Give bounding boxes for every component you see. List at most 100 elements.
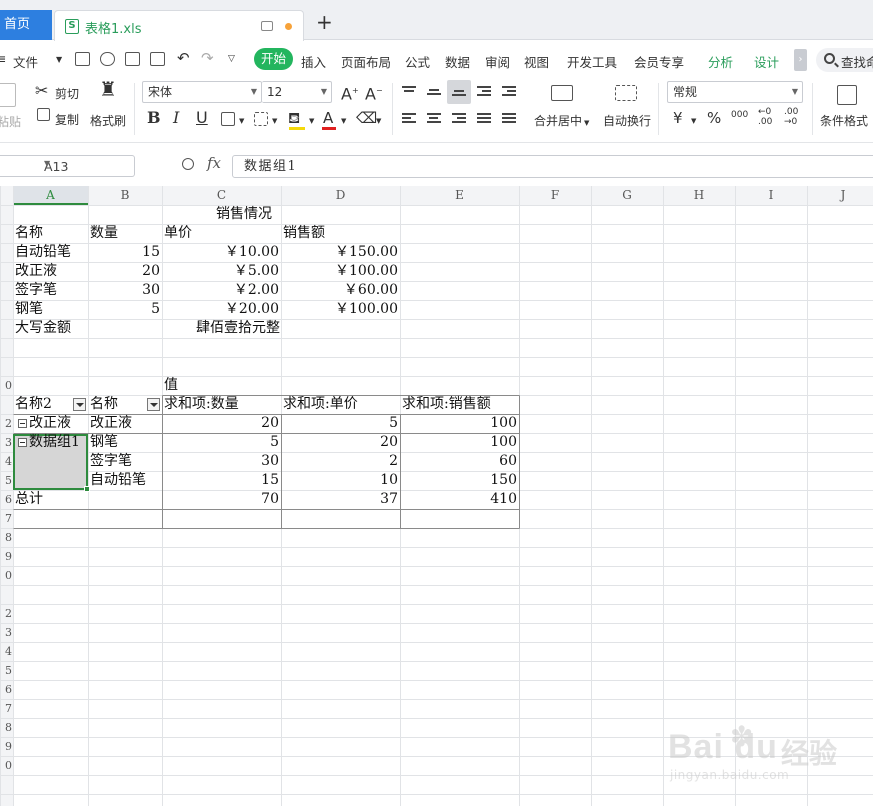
row-header[interactable]: 0 <box>0 379 12 395</box>
item-qty[interactable]: 15 <box>88 243 160 262</box>
sheet-title[interactable]: 销售情况 <box>88 205 400 224</box>
row-header[interactable]: 0 <box>0 569 12 585</box>
row-header[interactable] <box>0 208 12 224</box>
item-qty[interactable]: 30 <box>88 281 160 300</box>
menu-member[interactable]: 会员专享 <box>634 52 684 71</box>
item-amount[interactable]: ￥60.00 <box>281 281 398 300</box>
menu-insert[interactable]: 插入 <box>301 52 326 71</box>
pivot-header-price[interactable]: 求和项:单价 <box>283 395 358 414</box>
formula-input[interactable]: 数据组1 <box>232 155 873 178</box>
pivot-amount[interactable]: 150 <box>400 471 517 490</box>
new-tab-button[interactable]: + <box>316 12 333 32</box>
row-header[interactable]: 2 <box>0 607 12 623</box>
item-name[interactable]: 自动铅笔 <box>15 243 71 262</box>
row-header[interactable]: 8 <box>0 721 12 737</box>
row-header[interactable] <box>0 778 12 794</box>
row-header[interactable] <box>0 265 12 281</box>
clear-eraser-icon[interactable]: ⌫ <box>356 110 377 126</box>
pivot-total-price[interactable]: 37 <box>281 490 398 509</box>
header-price[interactable]: 单价 <box>164 224 192 243</box>
column-header-c[interactable]: C <box>162 186 281 204</box>
row-header[interactable] <box>0 398 12 414</box>
chevron-down-icon[interactable]: ▼ <box>376 113 381 129</box>
column-header-j[interactable]: J <box>807 186 873 204</box>
column-header-g[interactable]: G <box>591 186 663 204</box>
item-amount[interactable]: ￥100.00 <box>281 300 398 319</box>
fill-color-icon[interactable]: ⛾ <box>288 110 300 126</box>
capital-amount-value[interactable]: 肆佰壹拾元整 <box>196 319 280 338</box>
copy-button[interactable]: 复制 <box>55 111 79 128</box>
row-header[interactable]: 0 <box>0 759 12 775</box>
percent-icon[interactable]: % <box>707 110 721 126</box>
scissors-icon[interactable]: ✂ <box>35 83 48 99</box>
row-header[interactable]: 6 <box>0 683 12 699</box>
row-header[interactable]: 5 <box>0 664 12 680</box>
collapse-minus-icon[interactable] <box>18 438 27 447</box>
row-header[interactable]: 3 <box>0 436 12 452</box>
cut-button[interactable]: 剪切 <box>55 85 79 102</box>
pivot-amount[interactable]: 100 <box>400 414 517 433</box>
paste-label[interactable]: 粘贴 <box>0 113 21 130</box>
undo-icon[interactable]: ↶ <box>177 49 190 67</box>
filter-dropdown-icon[interactable] <box>147 398 160 411</box>
align-bottom-icon[interactable] <box>452 90 466 98</box>
currency-icon[interactable]: ¥ <box>673 110 683 126</box>
collapse-minus-icon[interactable] <box>18 419 27 428</box>
menu-home[interactable]: 开始 <box>254 48 293 70</box>
name-box[interactable]: A13 ▼ <box>0 155 135 177</box>
export-icon[interactable] <box>100 52 115 66</box>
row-header[interactable]: 2 <box>0 417 12 433</box>
tab-home[interactable]: 首页 <box>0 10 52 40</box>
row-header[interactable]: 9 <box>0 740 12 756</box>
item-price[interactable]: ￥20.00 <box>162 300 279 319</box>
align-middle-icon[interactable] <box>427 89 441 97</box>
conditional-format-button[interactable]: 条件格式 <box>820 112 868 129</box>
item-price[interactable]: ￥10.00 <box>162 243 279 262</box>
pivot-qty[interactable]: 30 <box>162 452 279 471</box>
pivot-row-name[interactable]: 钢笔 <box>90 433 118 452</box>
column-header-h[interactable]: H <box>663 186 735 204</box>
item-qty[interactable]: 20 <box>88 262 160 281</box>
chevron-down-icon[interactable]: ▼ <box>239 113 244 129</box>
row-header[interactable]: 7 <box>0 512 12 528</box>
zoom-search-icon[interactable] <box>182 158 194 170</box>
format-painter-icon[interactable]: ♜ <box>99 79 117 99</box>
distributed-align-icon[interactable] <box>502 113 516 125</box>
align-left-icon[interactable] <box>402 113 416 125</box>
font-color-icon[interactable]: A <box>323 110 333 126</box>
print-icon[interactable] <box>125 52 140 66</box>
row-header[interactable]: 4 <box>0 645 12 661</box>
menu-design[interactable]: 设计 <box>754 52 779 71</box>
pivot-header-qty[interactable]: 求和项:数量 <box>164 395 239 414</box>
row-header[interactable]: 5 <box>0 474 12 490</box>
pivot-group[interactable]: 数据组1 <box>29 433 80 452</box>
chevron-down-icon[interactable]: ▼ <box>691 113 696 129</box>
customize-toolbar-icon[interactable]: ▽ <box>228 54 235 64</box>
decrease-decimal-icon[interactable]: .00 →0 <box>784 107 798 127</box>
item-amount[interactable]: ￥100.00 <box>281 262 398 281</box>
hamburger-icon[interactable]: ≡ <box>0 51 6 66</box>
row-header[interactable] <box>0 360 12 376</box>
column-header-a[interactable]: A <box>13 186 88 204</box>
filter-dropdown-icon[interactable] <box>73 398 86 411</box>
header-quantity[interactable]: 数量 <box>90 224 118 243</box>
item-name[interactable]: 改正液 <box>15 262 57 281</box>
pivot-row-field-1[interactable]: 名称2 <box>15 395 52 414</box>
pivot-qty[interactable]: 5 <box>162 433 279 452</box>
wrap-text-icon[interactable] <box>615 85 637 101</box>
pivot-row-name[interactable]: 签字笔 <box>90 452 132 471</box>
row-header[interactable]: 6 <box>0 493 12 509</box>
align-right-icon[interactable] <box>452 113 466 125</box>
menu-file-dropdown-icon[interactable]: ▼ <box>56 55 62 64</box>
menu-review[interactable]: 审阅 <box>485 52 510 71</box>
increase-font-size-icon[interactable]: A+ <box>341 83 359 102</box>
number-format-select[interactable]: 常规 ▼ <box>667 81 803 103</box>
row-header[interactable] <box>0 303 12 319</box>
menu-more-chevron-icon[interactable]: › <box>794 49 807 71</box>
row-header[interactable] <box>0 227 12 243</box>
pivot-price[interactable]: 5 <box>281 414 398 433</box>
column-header-f[interactable]: F <box>519 186 591 204</box>
italic-icon[interactable]: I <box>173 110 179 126</box>
row-header[interactable]: 3 <box>0 626 12 642</box>
row-header[interactable] <box>0 341 12 357</box>
